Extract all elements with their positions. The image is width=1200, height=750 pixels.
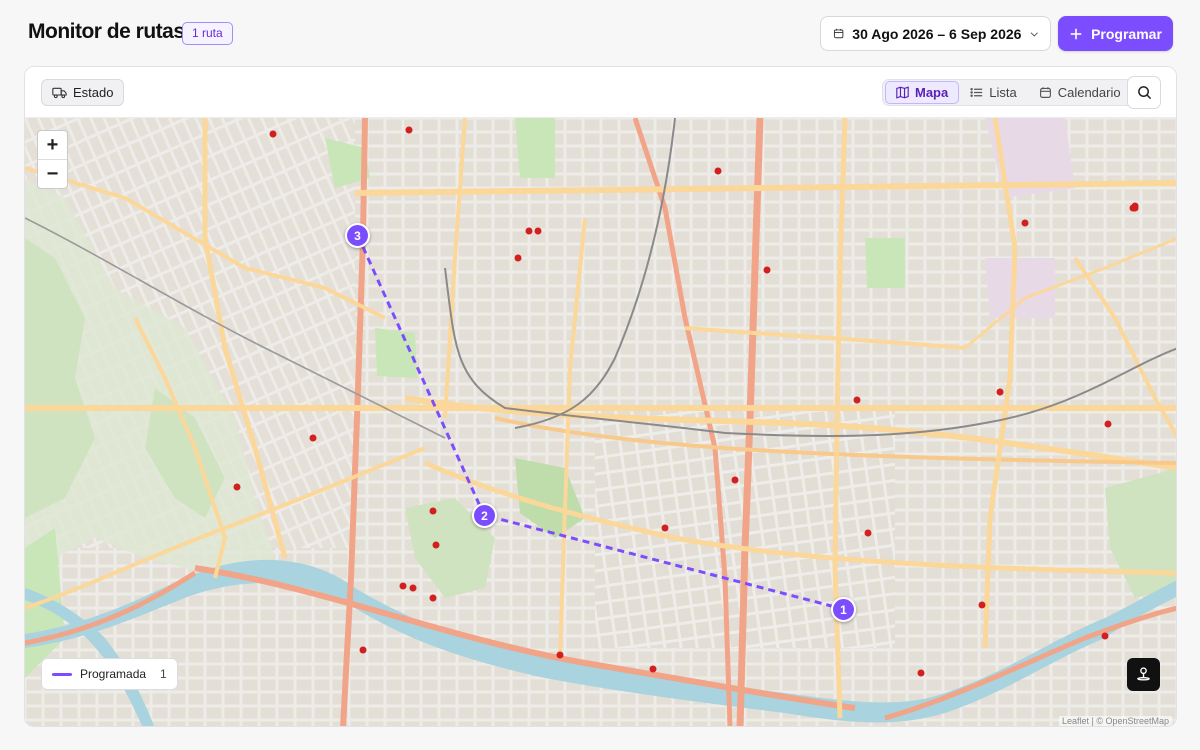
plus-icon (1070, 28, 1082, 39)
map-icon (896, 86, 909, 99)
route-stop-marker[interactable]: 3 (345, 223, 370, 248)
view-toggle: Mapa Lista Calendario (882, 79, 1135, 106)
tab-list[interactable]: Lista (959, 81, 1027, 104)
map-attribution: Leaflet | © OpenStreetMap (1058, 716, 1172, 726)
schedule-button-label: Programar (1091, 25, 1162, 42)
zoom-out-button[interactable]: − (38, 160, 67, 188)
status-filter-button[interactable]: Estado (41, 79, 125, 106)
calendar-icon (833, 28, 844, 39)
zoom-control: + − (37, 130, 68, 189)
route-line-swatch (52, 672, 72, 676)
calendar-icon (1039, 87, 1051, 98)
date-range-picker[interactable]: 30 Ago 2026 – 6 Sep 2026 (820, 16, 1051, 51)
chevron-down-icon (1031, 31, 1039, 37)
status-filter-label: Estado (73, 85, 114, 100)
panel-toolbar: Estado Mapa Lista Calendario (25, 67, 1176, 118)
search-button[interactable] (1127, 76, 1161, 109)
location-pin-icon (1137, 667, 1150, 681)
map-legend: Programada 1 (41, 658, 178, 690)
legend-count: 1 (160, 667, 167, 681)
route-stop-marker[interactable]: 2 (472, 503, 497, 528)
route-stop-marker[interactable]: 1 (831, 597, 856, 622)
legend-label: Programada (80, 667, 147, 681)
schedule-button[interactable]: Programar (1058, 16, 1173, 51)
tab-list-label: Lista (989, 85, 1017, 100)
tab-calendar[interactable]: Calendario (1028, 81, 1132, 104)
zoom-in-button[interactable]: + (38, 131, 67, 160)
page-title: Monitor de rutas (28, 20, 185, 43)
locate-button[interactable] (1127, 658, 1160, 691)
route-count-badge: 1 ruta (182, 22, 233, 45)
list-icon (970, 88, 983, 97)
basemap (25, 118, 1176, 726)
route-monitor-panel: Estado Mapa Lista Calendario + − 3 2 1 P… (24, 66, 1177, 727)
tab-map-label: Mapa (915, 85, 949, 100)
tab-map[interactable]: Mapa (885, 81, 960, 104)
search-icon (1137, 86, 1151, 100)
top-bar: Monitor de rutas 1 ruta 30 Ago 2026 – 6 … (0, 0, 1200, 66)
tab-calendar-label: Calendario (1057, 85, 1121, 100)
map-canvas[interactable]: + − 3 2 1 Programada 1 Leaflet | © OpenS… (25, 118, 1176, 726)
date-range-label: 30 Ago 2026 – 6 Sep 2026 (852, 25, 1022, 42)
truck-icon (52, 87, 67, 99)
